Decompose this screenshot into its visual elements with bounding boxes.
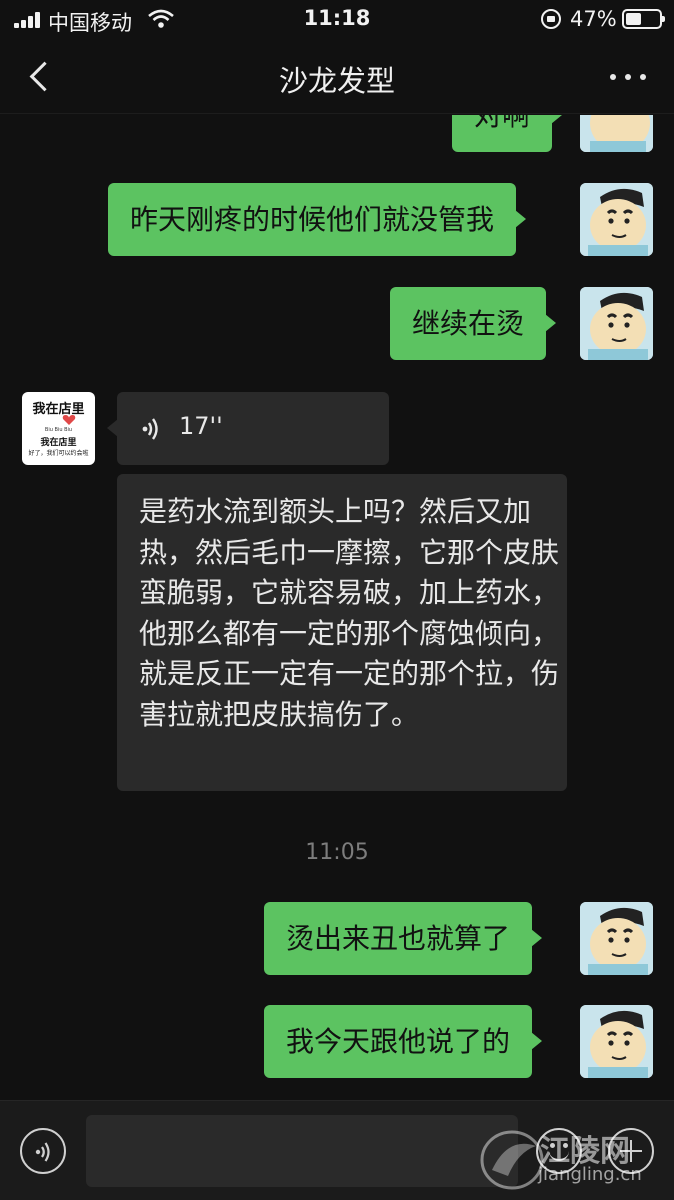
message-text: 是药水流到额头上吗？然后又加热，然后毛巾一摩擦，它那个皮肤蛮脆弱，它就容易破，加… <box>139 495 560 731</box>
more-button[interactable] <box>608 64 648 88</box>
avatar-subtitle: Biu Biu Biu <box>44 427 73 433</box>
my-avatar[interactable] <box>580 183 653 256</box>
emoji-icon <box>549 1150 569 1161</box>
chat-title: 沙龙发型 <box>278 64 395 98</box>
message-sent[interactable]: 烫出来丑也就算了 <box>264 902 543 975</box>
message-received[interactable]: 是药水流到额头上吗？然后又加热，然后毛巾一摩擦，它那个皮肤蛮脆弱，它就容易破，加… <box>117 474 567 791</box>
voice-wave-icon <box>142 418 158 440</box>
message-input[interactable] <box>86 1115 518 1187</box>
input-bar <box>0 1100 674 1200</box>
message-sent[interactable]: 对啊 <box>452 115 563 152</box>
voice-duration: 17'' <box>179 412 223 440</box>
chat-area[interactable]: 对啊 昨天刚疼的时候他们就没管我 继续在烫 我在店里 Biu Biu Biu 我… <box>0 115 674 1100</box>
status-bar: 中国移动 11:18 47% <box>0 0 674 40</box>
contact-avatar[interactable]: 我在店里 Biu Biu Biu 我在店里 好了，我们可以约会啦 <box>22 392 95 465</box>
rotation-lock-icon <box>541 9 561 29</box>
message-sent[interactable]: 昨天刚疼的时候他们就没管我 <box>108 183 527 256</box>
voice-icon <box>35 1142 50 1162</box>
voice-message[interactable]: 17'' <box>107 392 389 465</box>
message-sent[interactable]: 继续在烫 <box>390 287 557 360</box>
avatar-line3: 好了，我们可以约会啦 <box>28 450 89 457</box>
emoji-button[interactable] <box>536 1128 582 1174</box>
message-sent[interactable]: 我今天跟他说了的 <box>264 1005 543 1078</box>
my-avatar[interactable] <box>580 902 653 975</box>
my-avatar[interactable] <box>580 287 653 360</box>
voice-input-button[interactable] <box>20 1128 66 1174</box>
message-timestamp: 11:05 <box>305 840 369 865</box>
avatar-line2: 我在店里 <box>40 438 77 448</box>
battery-percentage: 47% <box>570 7 617 31</box>
my-avatar[interactable] <box>580 115 653 152</box>
nav-bar: 沙龙发型 <box>0 40 674 114</box>
avatar-title: 我在店里 <box>32 402 85 417</box>
my-avatar[interactable] <box>580 1005 653 1078</box>
heart-icon <box>62 415 76 425</box>
add-button[interactable] <box>608 1128 654 1174</box>
battery-icon <box>622 9 665 29</box>
